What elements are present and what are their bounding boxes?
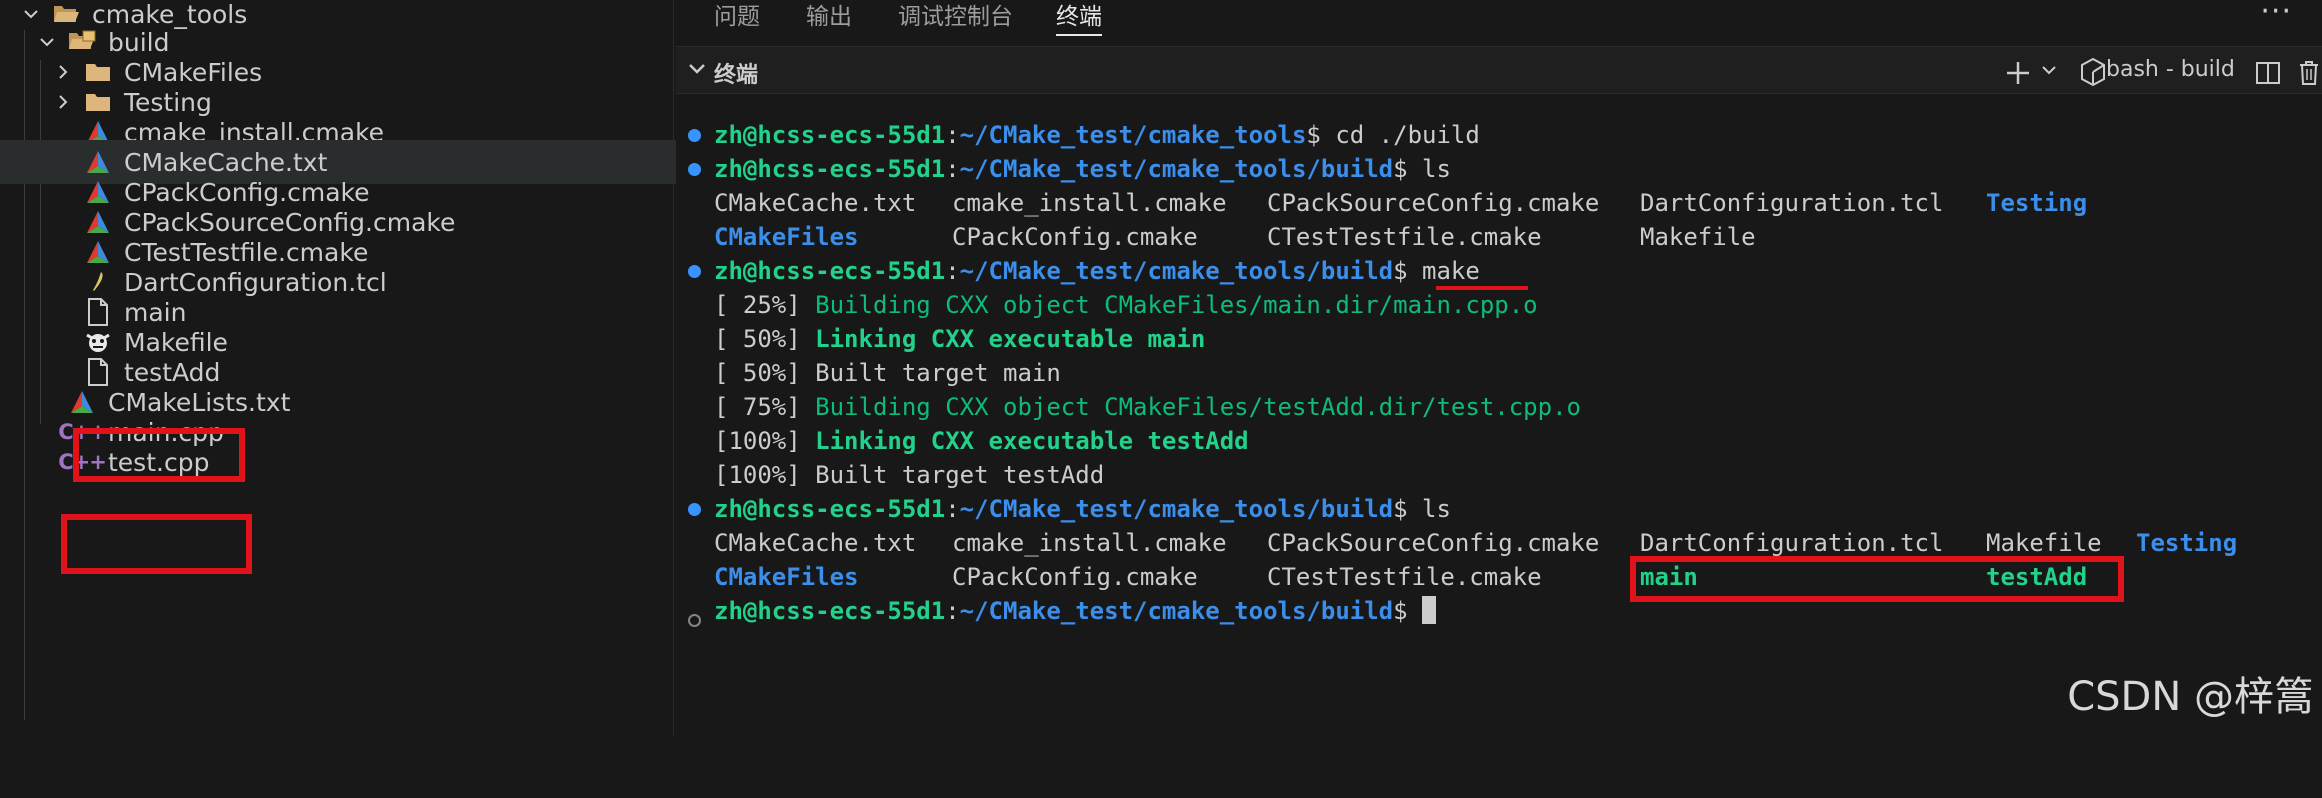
make-output-line: [100%] Built target testAdd xyxy=(714,461,1105,489)
file-explorer: cmake_tools build CMakeFiles Testing cma… xyxy=(0,0,755,736)
new-terminal-icon[interactable] xyxy=(2004,59,2032,91)
ls-output-row: CMakeFiles CPackConfig.cmake CTestTestfi… xyxy=(714,223,1756,251)
tree-label: test.cpp xyxy=(108,447,210,477)
terminal-line: zh@hcss-ecs-55d1:~/CMake_test/cmake_tool… xyxy=(714,594,1437,628)
command-pending-icon[interactable] xyxy=(688,614,701,627)
command-success-icon[interactable] xyxy=(688,503,701,516)
watermark: CSDN @梓篙 xyxy=(2067,674,2314,720)
terminal-shell-icon[interactable] xyxy=(2080,57,2106,91)
split-terminal-icon[interactable] xyxy=(2254,59,2282,91)
command-success-icon[interactable] xyxy=(688,129,701,142)
tab-terminal[interactable]: 终端 xyxy=(1056,0,1102,36)
make-output-line: [ 50%] Linking CXX executable main xyxy=(714,325,1206,353)
ls-output-row: CMakeCache.txt cmake_install.cmake CPack… xyxy=(714,189,2088,217)
terminal-section-header: 终端 bash - build xyxy=(676,46,2322,94)
terminal-cursor xyxy=(1422,596,1437,624)
ls-output-row: CMakeCache.txt cmake_install.cmake CPack… xyxy=(714,529,2238,557)
terminal-line: zh@hcss-ecs-55d1:~/CMake_test/cmake_tool… xyxy=(714,257,1480,285)
terminal-line: zh@hcss-ecs-55d1:~/CMake_test/cmake_tool… xyxy=(714,495,1451,523)
command-success-icon[interactable] xyxy=(688,163,701,176)
make-output-line: [ 50%] Built target main xyxy=(714,359,1061,387)
command-success-icon[interactable] xyxy=(688,265,701,278)
section-title: 终端 xyxy=(714,63,759,88)
tab-debug-console[interactable]: 调试控制台 xyxy=(898,0,1013,34)
trash-icon[interactable] xyxy=(2296,59,2322,91)
panel-tabs: 问题 输出 调试控制台 终端 ··· xyxy=(676,0,2322,40)
terminal-line: zh@hcss-ecs-55d1:~/CMake_test/cmake_tool… xyxy=(714,155,1451,183)
more-actions-icon[interactable]: ··· xyxy=(2260,0,2292,29)
cpp-icon: C++ xyxy=(58,450,107,474)
tree-file-test-cpp[interactable]: C++ test.cpp xyxy=(0,440,739,484)
shell-label[interactable]: bash - build xyxy=(2106,57,2235,82)
terminal-line: zh@hcss-ecs-55d1:~/CMake_test/cmake_tool… xyxy=(714,121,1480,149)
tab-problems[interactable]: 问题 xyxy=(714,0,760,34)
make-output-line: [ 25%] Building CXX object CMakeFiles/ma… xyxy=(714,291,1538,319)
ls-output-row: CMakeFiles CPackConfig.cmake CTestTestfi… xyxy=(714,563,2088,591)
highlight-box-testadd xyxy=(61,514,252,574)
bottom-panel: 问题 输出 调试控制台 终端 ··· 终端 bash - build zh@hc… xyxy=(676,0,2322,736)
make-output-line: [ 75%] Building CXX object CMakeFiles/te… xyxy=(714,393,1581,421)
chevron-down-icon[interactable] xyxy=(684,55,710,85)
make-output-line: [100%] Linking CXX executable testAdd xyxy=(714,427,1249,455)
tab-output[interactable]: 输出 xyxy=(806,0,852,34)
chevron-down-icon[interactable] xyxy=(2040,61,2058,83)
